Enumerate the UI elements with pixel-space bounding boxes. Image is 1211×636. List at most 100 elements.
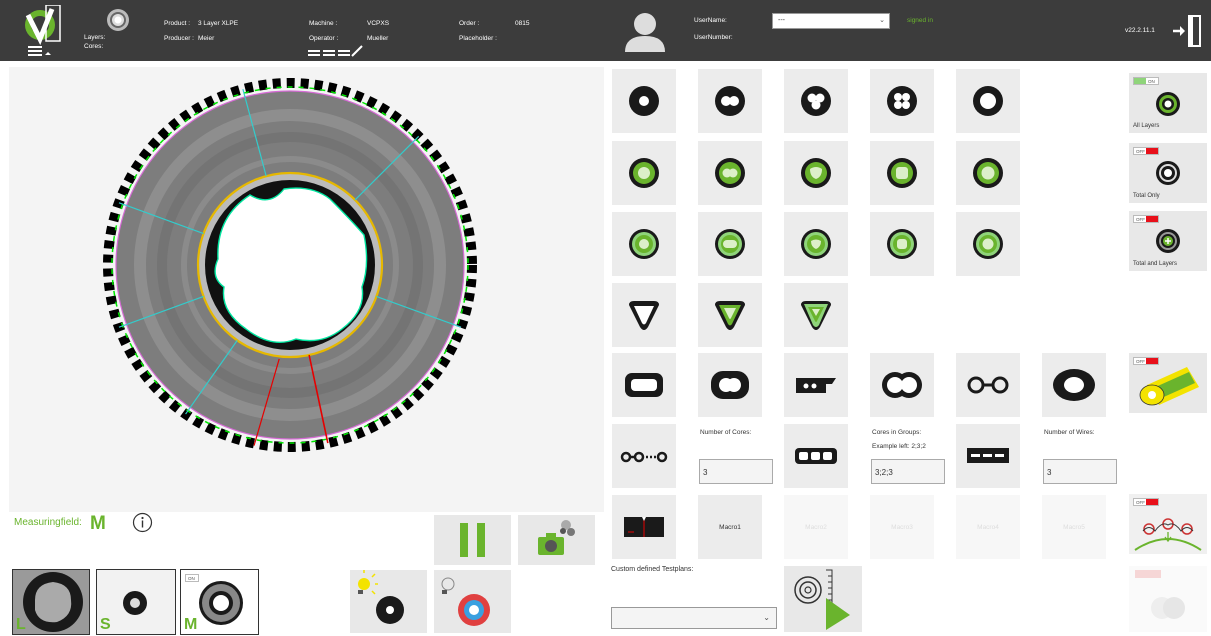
operator-value: Mueller [367,35,389,42]
macro-4-button[interactable]: Macro4 [956,495,1020,559]
shape-five-core-total-layers-tile[interactable] [956,212,1020,276]
order-label: Order : [459,20,480,27]
pause-icon [460,523,485,557]
light-on-button[interactable] [350,570,427,633]
shape-sector-total-layers-tile[interactable] [784,283,848,347]
signed-in-status: signed in [907,17,934,24]
product-label: Product : [164,20,191,27]
producer-label: Producer : [164,35,194,42]
shape-twin-wire-tile[interactable] [956,353,1020,417]
shape-three-core-total-layers-tile[interactable] [784,212,848,276]
shape-round-tile[interactable] [612,69,676,133]
wire-cylinder-icon [1139,367,1199,406]
figure-eight-icon [882,372,922,398]
thumbnail-s[interactable]: S [96,569,176,635]
shape-flat-multi-core-tile[interactable] [784,424,848,488]
shape-round-total-layers-tile[interactable] [612,212,676,276]
four-core-layers-icon [887,158,917,188]
two-core-total-layers-icon [715,229,745,259]
shape-flat-two-core-tile[interactable] [698,353,762,417]
shape-sector-tile[interactable] [612,283,676,347]
all-layers-toggle[interactable]: ON All Layers [1129,73,1207,133]
camera-button[interactable] [518,515,595,565]
sector-layers-icon [715,301,745,330]
shape-oval-tile[interactable] [1042,353,1106,417]
macro-5-button[interactable]: Macro5 [1042,495,1106,559]
menu-icon[interactable] [26,44,52,58]
producer-value: Meier [198,35,215,42]
logo-icon[interactable] [22,5,62,45]
shape-flat-tile[interactable] [612,353,676,417]
cores-in-groups-example: Example left: 2;3;2 [872,443,926,450]
custom-testplans-label: Custom defined Testplans: [611,566,694,573]
thumbnail-m-letter: M [184,616,198,633]
number-of-wires-input[interactable]: 3 [1043,459,1117,484]
number-of-cores-input[interactable]: 3 [699,459,773,484]
shape-profile-tile[interactable] [784,353,848,417]
four-core-cable-icon [887,86,917,116]
shape-four-core-tile[interactable] [870,69,934,133]
faded-round-icon [1135,570,1185,619]
shape-two-core-total-layers-tile[interactable] [698,212,762,276]
run-testplan-button[interactable] [784,566,862,632]
shape-five-core-layers-tile[interactable] [956,141,1020,205]
shape-two-core-layers-tile[interactable] [698,141,762,205]
all-layers-caption: All Layers [1133,123,1160,129]
shape-four-core-layers-tile[interactable] [870,141,934,205]
order-value: 0815 [515,20,530,27]
username-select[interactable]: --- ⌄ [772,13,890,29]
thumbnail-l[interactable]: L [12,569,90,635]
flat-two-core-icon [711,371,749,399]
shape-two-core-tile[interactable] [698,69,762,133]
shape-multi-core-chain-tile[interactable] [612,424,676,488]
sector-cable-icon [629,301,659,330]
shape-flat-wire-tile[interactable] [956,424,1020,488]
number-of-cores-label: Number of Cores: [700,429,752,436]
machine-label: Machine : [309,20,338,27]
five-core-layers-icon [973,158,1003,188]
light-off-icon [441,577,490,626]
wire-toggle[interactable]: OFF [1129,353,1207,413]
macro-2-button[interactable]: Macro2 [784,495,848,559]
product-value: 3 Layer XLPE [198,20,239,27]
five-core-total-layers-icon [973,229,1003,259]
thumbnail-l-letter: L [16,616,26,633]
shape-round-layers-tile[interactable] [612,141,676,205]
thumbnail-m[interactable]: ON M [180,569,259,635]
three-core-cable-icon [801,86,831,116]
shape-sector-layers-tile[interactable] [698,283,762,347]
separator-line-icon[interactable] [306,44,366,58]
total-and-layers-caption: Total and Layers [1133,261,1178,267]
shape-four-core-total-layers-tile[interactable] [870,212,934,276]
oval-cable-icon [1053,369,1095,401]
five-core-cable-icon [973,86,1003,116]
camera-icon [538,520,575,555]
macro-image-tile[interactable] [612,495,676,559]
pause-button[interactable] [434,515,511,565]
layers-icon[interactable] [106,8,130,32]
light-off-button[interactable] [434,570,511,633]
custom-testplans-select[interactable]: ⌄ [611,607,777,629]
macro-1-button[interactable]: Macro1 [698,495,762,559]
username-label: UserName: [694,17,727,24]
cores-in-groups-input[interactable]: 3;2;3 [871,459,945,484]
info-icon[interactable] [132,512,153,533]
sector-total-layers-icon [801,301,831,330]
total-and-layers-toggle[interactable]: OFF Total and Layers [1129,211,1207,271]
measurement-image[interactable] [9,67,604,512]
disabled-option-button[interactable] [1129,566,1207,632]
light-on-icon [358,570,404,624]
macro-3-button[interactable]: Macro3 [870,495,934,559]
cores-in-groups-label: Cores in Groups: [872,429,922,436]
user-avatar-icon[interactable] [623,10,667,52]
total-only-toggle[interactable]: OFF Total Only [1129,143,1207,203]
three-core-total-layers-icon [801,229,831,259]
shape-three-core-layers-tile[interactable] [784,141,848,205]
round-total-layers-icon [629,229,659,259]
curve-toggle[interactable]: OFF [1129,494,1207,554]
shape-five-core-tile[interactable] [956,69,1020,133]
exit-icon[interactable] [1172,14,1202,48]
four-core-total-layers-icon [887,229,917,259]
shape-figure-eight-tile[interactable] [870,353,934,417]
shape-three-core-tile[interactable] [784,69,848,133]
